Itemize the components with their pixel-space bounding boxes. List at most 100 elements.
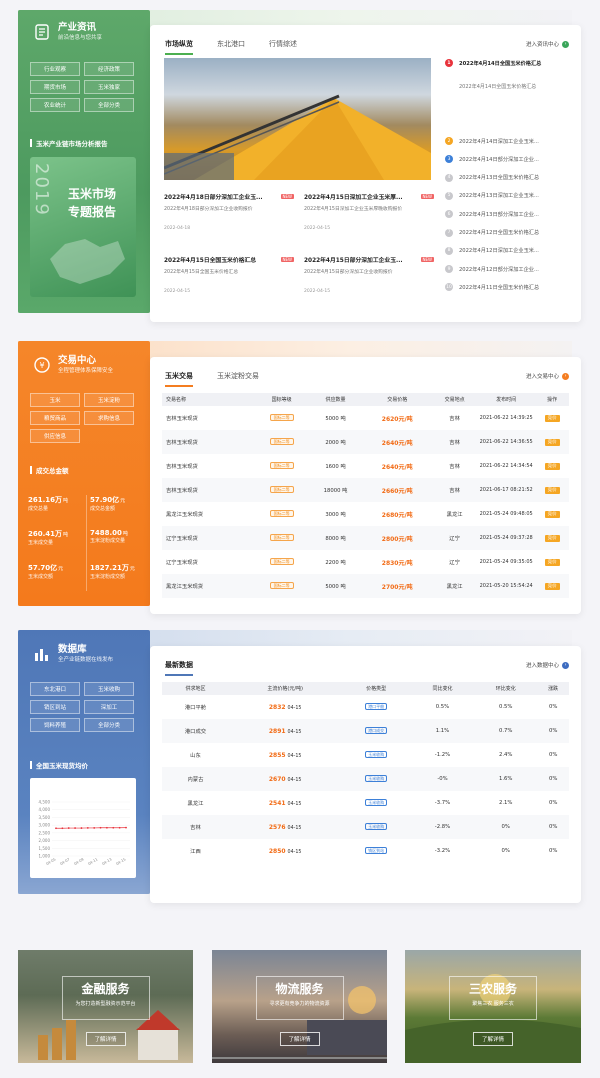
y-tick-label: 4,500 [39, 800, 51, 805]
database-cat-button[interactable]: 全部分类 [84, 718, 134, 732]
bid-button[interactable]: 竞价 [544, 511, 560, 518]
news-rank-item[interactable]: 2 2022年4月14日深加工企业玉米... [445, 137, 569, 145]
news-rank-item[interactable]: 8 2022年4月12日深加工企业玉米... [445, 246, 569, 255]
news-rank-item[interactable]: 5 2022年4月13日深加工企业玉米... [445, 191, 569, 200]
database-cat-button[interactable]: 深加工 [84, 700, 134, 714]
data-point[interactable] [125, 826, 127, 829]
data-center-link[interactable]: 进入数据中心 › [526, 661, 569, 669]
data-point[interactable] [86, 827, 89, 829]
trade-qty: 3000 吨 [325, 512, 346, 518]
news-rank-item[interactable]: 3 2022年4月14日部分深加工企业... [445, 155, 569, 164]
industry-cat-button[interactable]: 玉米独家 [84, 80, 134, 94]
news-item[interactable]: 2022年4月15日全国玉米价格汇总 NEW 2022年4月15日全国玉米价格汇总 2… [164, 255, 294, 294]
bid-button[interactable]: 竞价 [544, 439, 560, 446]
tab-northeast-port[interactable]: 东北港口 [217, 39, 245, 55]
trade-cat-button[interactable]: 供应信息 [30, 429, 80, 443]
data-point[interactable] [74, 827, 76, 829]
price-chart-panel[interactable]: 4,500 4,000 3,500 3,000 2,500 2,000 1,500 1,000… [30, 778, 136, 878]
news-rank-item[interactable]: 7 2022年4月12日全国玉米价格汇总 [445, 228, 569, 237]
trade-stat: 261.16万吨 成交总量 [28, 495, 84, 512]
news-rank-item-top[interactable]: 1 2022年4月14日全国玉米价格汇总 [445, 59, 569, 67]
tab-latest-data[interactable]: 最新数据 [165, 660, 193, 676]
learn-more-button[interactable]: 了解详情 [472, 1032, 514, 1046]
table-row[interactable]: 吉林玉米现货 国标二等 5000 吨 2620元/吨 吉林 2021-06-22 14:3… [162, 406, 569, 430]
tab-market-overview[interactable]: 市场纵览 [165, 39, 193, 55]
op-cell: 竞价 [535, 406, 569, 430]
trade-cat-button[interactable]: 玉米 [30, 393, 80, 407]
y-tick-label: 3,000 [39, 823, 51, 828]
trade-price: 2800元/吨 [381, 535, 413, 543]
trade-cat-button[interactable]: 求购信息 [84, 411, 134, 425]
bid-button[interactable]: 竞价 [544, 535, 560, 542]
change: 0% [548, 848, 558, 854]
region: 江西 [190, 849, 201, 855]
table-row[interactable]: 山东 2855 04-15 玉米收购 -1.2% 2.4% 0% [162, 743, 569, 767]
trade-cat-button[interactable]: 玉米淀粉 [84, 393, 134, 407]
learn-more-button[interactable]: 了解详情 [85, 1032, 126, 1046]
industry-cat-button[interactable]: 期货市场 [30, 80, 80, 94]
data-point[interactable] [93, 827, 96, 829]
stat-unit: 元 [120, 498, 126, 504]
industry-cat-button[interactable]: 农业统计 [30, 98, 80, 112]
logistics-service-card[interactable]: 物流服务 寻求更有竞争力的物流资源 了解详情 [212, 950, 387, 1063]
data-point[interactable] [99, 826, 102, 829]
news-item[interactable]: 2022年4月15日部分深加工企业玉... NEW 2022年4月15日部分深加工企… [304, 255, 434, 294]
data-point[interactable] [55, 827, 57, 830]
x-tick-label: 04-15 [115, 857, 126, 866]
industry-cat-button[interactable]: 经济政策 [84, 62, 134, 76]
trade-col-header: 交易价格 [362, 393, 433, 406]
table-row[interactable]: 黑龙江玉米现货 国标二等 5000 吨 2700元/吨 黑龙江 2021-05-20 15… [162, 574, 569, 598]
table-row[interactable]: 吉林 2576 04-15 玉米收购 -2.8% 0% 0% [162, 815, 569, 839]
learn-more-button[interactable]: 了解详情 [279, 1032, 320, 1046]
news-center-link[interactable]: 进入资讯中心 › [526, 40, 569, 48]
bid-button[interactable]: 竞价 [544, 463, 560, 470]
database-cat-button[interactable]: 东北港口 [30, 682, 80, 696]
table-row[interactable]: 黑龙江玉米现货 国标二等 3000 吨 2680元/吨 黑龙江 2021-05-24 09… [162, 502, 569, 526]
featured-image[interactable] [164, 58, 431, 180]
news-rank-item[interactable]: 4 2022年4月13日全国玉米价格汇总 [445, 173, 569, 182]
report-cover[interactable]: 2019 玉米市场 专题报告 [30, 157, 136, 297]
bid-button[interactable]: 竞价 [544, 415, 560, 422]
table-row[interactable]: 黑龙江 2541 04-15 玉米收购 -3.7% 2.1% 0% [162, 791, 569, 815]
table-row[interactable]: 内蒙古 2670 04-15 玉米收购 -0% 1.6% 0% [162, 767, 569, 791]
trade-cat-button[interactable]: 粮贸商品 [30, 411, 80, 425]
news-item[interactable]: 2022年4月15日深加工企业玉米厚... NEW 2022年4月15日深加工企业玉… [304, 192, 434, 231]
data-point[interactable] [118, 826, 121, 829]
industry-cat-button[interactable]: 行业观察 [30, 62, 80, 76]
tab-starch-trade[interactable]: 玉米淀粉交易 [217, 371, 259, 387]
tab-corn-trade[interactable]: 玉米交易 [165, 371, 193, 387]
table-row[interactable]: 吉林玉米现货 国标二等 1600 吨 2640元/吨 吉林 2021-06-22 14:3… [162, 454, 569, 478]
price-type-tag: 玉米收购 [365, 823, 388, 830]
yoy-change: -2.8% [410, 815, 475, 839]
trade-stat: 7488.00吨 玉米淀粉成交量 [90, 529, 146, 544]
table-row[interactable]: 吉林玉米现货 国标二等 18000 吨 2660元/吨 吉林 2021-06-17 08:… [162, 478, 569, 502]
report-year: 2019 [31, 163, 52, 217]
agri-service-card[interactable]: 三农服务 聚焦三农 服务三农 了解详情 [405, 950, 581, 1063]
finance-service-card[interactable]: 金融服务 为您打造新型融资示范平台 了解详情 [18, 950, 193, 1063]
data-point[interactable] [67, 827, 70, 829]
news-item[interactable]: 2022年4月18日部分深加工企业玉... NEW 2022年4月18日部分深加工企… [164, 192, 294, 231]
data-point[interactable] [61, 827, 64, 830]
table-row[interactable]: 辽宁玉米现货 国标二等 2200 吨 2830元/吨 辽宁 2021-05-24 09:3… [162, 550, 569, 574]
tab-market-summary[interactable]: 行情综述 [269, 39, 297, 55]
news-rank-item[interactable]: 9 2022年4月12日部分深加工企业... [445, 265, 569, 274]
news-rank-item[interactable]: 10 2022年4月11日全国玉米价格汇总 [445, 283, 569, 292]
news-rank-item[interactable]: 6 2022年4月13日部分深加工企业... [445, 210, 569, 219]
table-row[interactable]: 港口成交 2891 04-15 港口成交 1.1% 0.7% 0% [162, 719, 569, 743]
trade-center-link[interactable]: 进入交易中心 › [526, 372, 569, 380]
data-point[interactable] [106, 826, 108, 829]
table-row[interactable]: 吉林玉米现货 国标二等 2000 吨 2640元/吨 吉林 2021-06-22 14:3… [162, 430, 569, 454]
database-cat-button[interactable]: 饲料养殖 [30, 718, 80, 732]
table-row[interactable]: 江西 2850 04-15 销区到站 -3.2% 0% 0% [162, 839, 569, 863]
industry-cat-button[interactable]: 全部分类 [84, 98, 134, 112]
table-row[interactable]: 辽宁玉米现货 国标二等 8000 吨 2800元/吨 辽宁 2021-05-24 09:3… [162, 526, 569, 550]
bid-button[interactable]: 竞价 [544, 559, 560, 566]
database-cat-button[interactable]: 销区到站 [30, 700, 80, 714]
data-point[interactable] [80, 827, 83, 829]
database-cat-button[interactable]: 玉米收购 [84, 682, 134, 696]
data-point[interactable] [112, 826, 115, 829]
table-row[interactable]: 港口平舱 2832 04-15 港口平舱 0.5% 0.5% 0% [162, 695, 569, 719]
bid-button[interactable]: 竞价 [544, 583, 560, 590]
bid-button[interactable]: 竞价 [544, 487, 560, 494]
trade-location: 吉林 [449, 464, 460, 470]
